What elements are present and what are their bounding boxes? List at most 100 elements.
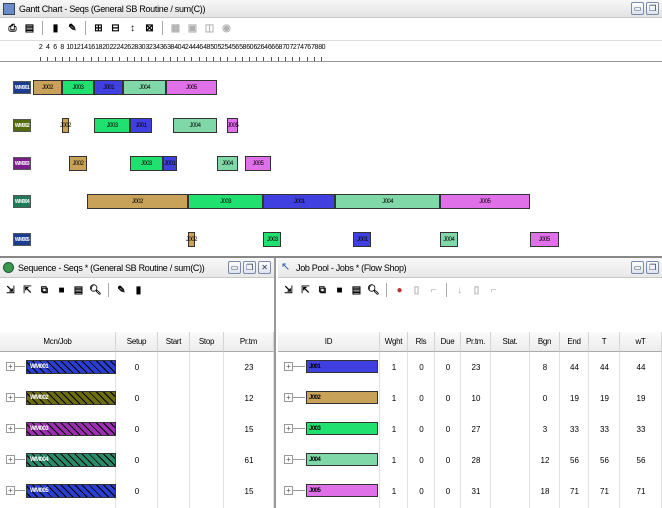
print-icon[interactable]: ⎙: [5, 21, 20, 36]
seq-lock-icon[interactable]: ■: [54, 283, 69, 298]
seq-copy-icon[interactable]: ⧉: [37, 283, 52, 298]
pool-col-header[interactable]: wT: [620, 332, 662, 352]
gantt-bar-j002[interactable]: J002: [60, 118, 71, 133]
gantt-bar-j001[interactable]: J001: [130, 118, 152, 133]
job-id-bar[interactable]: J004: [306, 453, 378, 466]
gantt-bar-j002[interactable]: J002: [87, 194, 188, 209]
seq-restore-button[interactable]: ❐: [243, 261, 256, 274]
pool-col-header[interactable]: Bgn: [530, 332, 560, 352]
minimize-button[interactable]: ▭: [631, 2, 644, 15]
pool-asc-icon[interactable]: ↓: [452, 283, 467, 298]
gantt-bar-j002[interactable]: J002: [186, 232, 197, 247]
expand-icon[interactable]: +: [6, 424, 15, 433]
pool-col-header[interactable]: Pr.tm.: [461, 332, 491, 352]
restore-button[interactable]: ❐: [646, 2, 659, 15]
expand-icon[interactable]: +: [284, 393, 293, 402]
pool-filter-icon[interactable]: ▯: [409, 283, 424, 298]
zoom-out-icon[interactable]: ⊟: [108, 21, 123, 36]
table-row[interactable]: + J003 1 0 0 27 3 33 33 33: [278, 414, 662, 445]
gantt-bar-j005[interactable]: J005: [166, 80, 217, 95]
gantt-bar-j003[interactable]: J003: [130, 156, 163, 171]
table-row[interactable]: + J001 1 0 0 23 8 44 44 44: [278, 352, 662, 383]
seq-delete-icon[interactable]: ▤: [71, 283, 86, 298]
seq-col-header[interactable]: Pr.tm: [224, 332, 274, 352]
pool-col-header[interactable]: Stat.: [491, 332, 530, 352]
table-row[interactable]: + WM002 0 12: [0, 383, 274, 414]
table-row[interactable]: + WM003 0 15: [0, 414, 274, 445]
gantt-bar-j004[interactable]: J004: [123, 80, 167, 95]
gantt-bar-j003[interactable]: J003: [61, 80, 95, 95]
sequence-machine-bar[interactable]: WM004: [26, 453, 116, 467]
expand-icon[interactable]: +: [6, 362, 15, 371]
document-icon[interactable]: ▤: [22, 21, 37, 36]
pool-copy-icon[interactable]: ⧉: [315, 283, 330, 298]
seq-col-header[interactable]: Setup: [116, 332, 158, 352]
expand-icon[interactable]: +: [6, 455, 15, 464]
gantt-bar-j003[interactable]: J003: [187, 194, 264, 209]
table-row[interactable]: + WM004 0 61: [0, 445, 274, 476]
job-id-bar[interactable]: J003: [306, 422, 378, 435]
gantt-bar-j005[interactable]: J005: [227, 118, 239, 133]
pool-sort-icon[interactable]: ●: [392, 283, 407, 298]
gantt-bar-j001[interactable]: J001: [162, 156, 177, 171]
expand-icon[interactable]: +: [284, 362, 293, 371]
pool-col-header[interactable]: Wght: [380, 332, 408, 352]
seq-col-header[interactable]: Stop: [190, 332, 224, 352]
pool-preview-icon[interactable]: 🔍︎: [366, 283, 381, 298]
zoom-in-icon[interactable]: ⊞: [91, 21, 106, 36]
expand-icon[interactable]: +: [284, 486, 293, 495]
table-row[interactable]: + J004 1 0 0 28 12 56 56 56: [278, 445, 662, 476]
gantt-bar-j001[interactable]: J001: [94, 80, 123, 95]
chart-icon[interactable]: ▮: [48, 21, 63, 36]
table-row[interactable]: + J005 1 0 0 31 18 71 71 71: [278, 476, 662, 507]
job-id-bar[interactable]: J001: [306, 360, 378, 373]
layout-icon[interactable]: ▣: [185, 21, 200, 36]
frame-icon[interactable]: ◫: [202, 21, 217, 36]
seq-col-header[interactable]: Mcn/Job: [0, 332, 116, 352]
expand-icon[interactable]: +: [284, 455, 293, 464]
job-id-bar[interactable]: J002: [306, 391, 378, 404]
fit-icon[interactable]: ⊠: [142, 21, 157, 36]
expand-icon[interactable]: +: [6, 486, 15, 495]
expand-icon[interactable]: +: [6, 393, 15, 402]
seq-preview-icon[interactable]: 🔍︎: [88, 283, 103, 298]
machine-label-wm002[interactable]: WM002: [13, 119, 31, 132]
expand-icon[interactable]: +: [284, 424, 293, 433]
seq-chart-icon[interactable]: ▮: [131, 283, 146, 298]
sequence-machine-bar[interactable]: WM001: [26, 360, 116, 374]
machine-label-wm001[interactable]: WM001: [13, 81, 31, 94]
pool-restore-button[interactable]: ❐: [646, 261, 659, 274]
gantt-bar-j004[interactable]: J004: [216, 156, 239, 171]
pool-delete-icon[interactable]: ▤: [349, 283, 364, 298]
table-row[interactable]: + WM005 0 15: [0, 476, 274, 507]
gantt-bar-j002[interactable]: J002: [69, 156, 87, 171]
pool-remove-icon[interactable]: ⇱: [298, 283, 313, 298]
pool-col-header[interactable]: End: [560, 332, 589, 352]
pool-insert-icon[interactable]: ⇲: [281, 283, 296, 298]
seq-remove-icon[interactable]: ⇱: [20, 283, 35, 298]
pool-col-header[interactable]: Due: [435, 332, 461, 352]
gantt-bar-j003[interactable]: J003: [94, 118, 131, 133]
gantt-bar-j004[interactable]: J004: [439, 232, 458, 247]
pool-lock-icon[interactable]: ■: [332, 283, 347, 298]
seq-edit-icon[interactable]: ✎: [114, 283, 129, 298]
sequence-machine-bar[interactable]: WM005: [26, 484, 116, 498]
sequence-machine-bar[interactable]: WM002: [26, 391, 116, 405]
pool-col-header[interactable]: T: [589, 332, 620, 352]
gantt-bar-j001[interactable]: J001: [353, 232, 372, 247]
seq-minimize-button[interactable]: ▭: [228, 261, 241, 274]
pool-desc-icon[interactable]: ⌐: [486, 283, 501, 298]
pool-range-icon[interactable]: ⌐: [426, 283, 441, 298]
pool-col-header[interactable]: Rls: [408, 332, 435, 352]
move-icon[interactable]: ↕: [125, 21, 140, 36]
gantt-bar-j003[interactable]: J003: [263, 232, 282, 247]
job-id-bar[interactable]: J005: [306, 484, 378, 497]
info-icon[interactable]: ◉: [219, 21, 234, 36]
seq-close-button[interactable]: ✕: [258, 261, 271, 274]
edit-icon[interactable]: ✎: [65, 21, 80, 36]
gantt-bar-j004[interactable]: J004: [335, 194, 440, 209]
seq-col-header[interactable]: Start: [158, 332, 190, 352]
pool-group-icon[interactable]: ▯: [469, 283, 484, 298]
gantt-bar-j005[interactable]: J005: [245, 156, 271, 171]
gantt-bar-j001[interactable]: J001: [263, 194, 336, 209]
